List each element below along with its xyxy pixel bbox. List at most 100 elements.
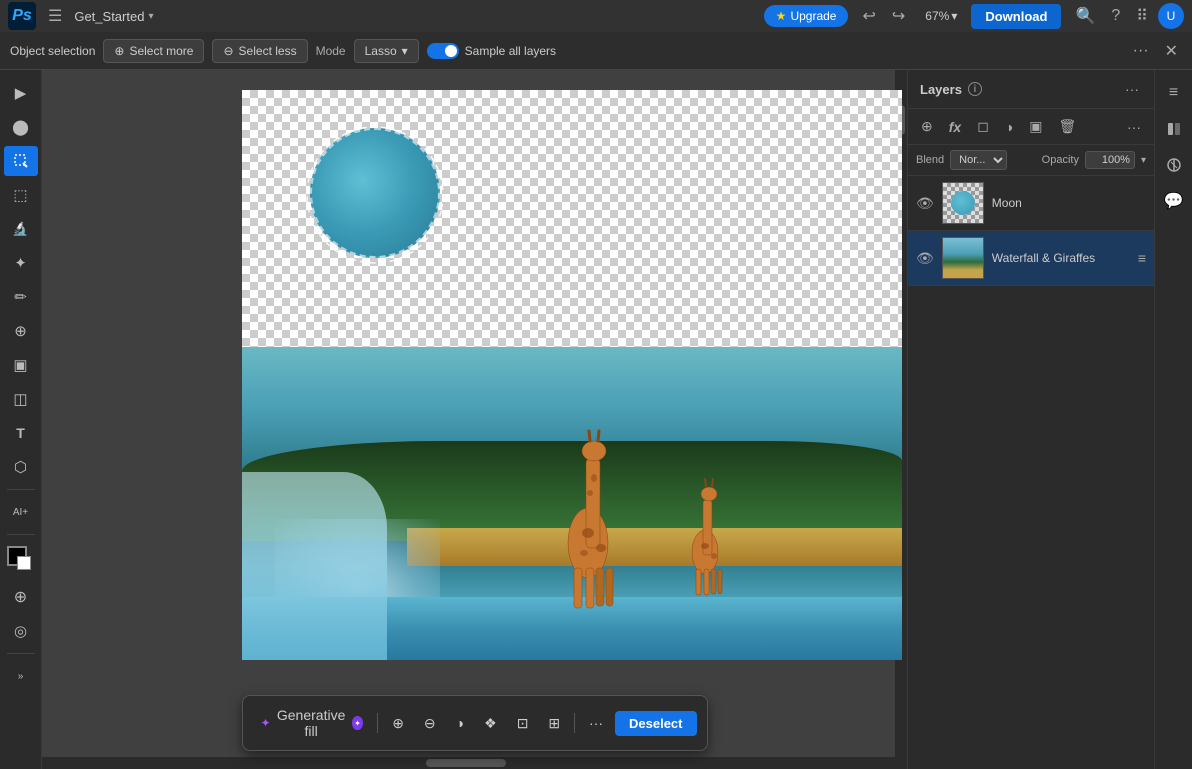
ai-badge-icon: ✦ — [352, 716, 364, 730]
horizontal-scrollbar-thumb[interactable] — [426, 759, 506, 767]
ai-tool[interactable]: AI+ — [4, 497, 38, 527]
gradient-tool[interactable]: ◫ — [4, 384, 38, 414]
background-color — [17, 556, 31, 570]
top-bar-icons: 🔍 ? ⠿ U — [1069, 2, 1184, 30]
layer-more-button[interactable]: ··· — [1122, 116, 1146, 138]
blend-label: Blend — [916, 154, 944, 166]
tool-divider-2 — [7, 534, 35, 535]
panel-header: Layers i ··· — [908, 70, 1154, 109]
zoom-chevron-icon: ▾ — [951, 9, 957, 23]
comments-button[interactable]: 💬 — [1159, 186, 1189, 216]
undo-redo-group: ↩ ↪ — [856, 2, 911, 30]
canvas-area[interactable]: ✦ Generative fill ✦ ⊕ ⊖ ◑ ❖ ⊡ ⊞ — [42, 70, 907, 769]
more-float-button[interactable]: ··· — [581, 710, 611, 736]
select-more-icon: ⊕ — [114, 44, 124, 58]
more-tools-button[interactable]: » — [4, 661, 38, 691]
shape-tool[interactable]: ⬡ — [4, 452, 38, 482]
dodge-burn-tool[interactable]: ⊕ — [4, 582, 38, 612]
subtract-selection-button[interactable]: ⊖ — [416, 710, 444, 737]
search-button[interactable]: 🔍 — [1069, 2, 1101, 30]
blend-mode-select[interactable]: Nor... — [950, 150, 1007, 170]
toolbar-bar: Object selection ⊕ Select more ⊖ Select … — [0, 32, 1192, 70]
left-sidebar: ▶ ⬤ ⬚ 🔬 ✦ ✏ ⊕ ▣ ◫ T ⬡ AI+ ⊕ ◎ » — [0, 70, 42, 769]
color-swatches[interactable] — [7, 546, 35, 574]
info-icon[interactable]: i — [968, 82, 982, 96]
more-options-button[interactable]: ··· — [1129, 38, 1153, 64]
adjustments-button[interactable] — [1159, 150, 1189, 180]
layer-item-waterfall[interactable]: 👁 Waterfall & Giraffes ≡ — [908, 231, 1154, 286]
object-selection-tool[interactable] — [4, 146, 38, 176]
moon-visibility-icon[interactable]: 👁 — [916, 195, 934, 212]
group-button[interactable]: ▣ — [1024, 115, 1047, 138]
eraser-tool[interactable]: ▣ — [4, 350, 38, 380]
select-less-button[interactable]: ⊖ Select less — [212, 39, 307, 63]
quick-mask-tool[interactable]: ◎ — [4, 616, 38, 646]
blend-opacity-row: Blend Nor... Opacity ▾ — [908, 145, 1154, 176]
layer-adjust-icon[interactable]: ≡ — [1138, 250, 1146, 266]
menu-icon[interactable]: ☰ — [44, 2, 66, 30]
feather-icon: ❖ — [484, 715, 497, 732]
tool-divider-3 — [7, 653, 35, 654]
close-toolbar-button[interactable]: ✕ — [1161, 37, 1182, 65]
select-more-text: Select more — [129, 44, 193, 58]
help-button[interactable]: ? — [1105, 3, 1126, 29]
eyedropper-tool[interactable]: 🔬 — [4, 214, 38, 244]
download-button[interactable]: Download — [971, 4, 1061, 29]
delete-layer-button[interactable]: 🗑 — [1054, 115, 1082, 138]
select-subject-button[interactable]: ⊡ — [509, 710, 537, 737]
undo-button[interactable]: ↩ — [856, 2, 881, 30]
brush-tool[interactable]: ⬤ — [4, 112, 38, 142]
layers-title-text: Layers — [920, 82, 962, 97]
filename-chevron: ▾ — [148, 11, 153, 22]
sparkle-icon: ✦ — [261, 716, 271, 730]
generative-fill-button[interactable]: ✦ Generative fill ✦ — [253, 702, 372, 744]
fx-button[interactable]: fx — [944, 116, 966, 138]
clone-stamp-tool[interactable]: ⊕ — [4, 316, 38, 346]
opacity-input[interactable] — [1085, 151, 1135, 169]
foreground-color[interactable] — [7, 546, 27, 566]
canvas-document — [242, 90, 902, 660]
deselect-button[interactable]: Deselect — [615, 711, 696, 736]
select-subject-icon: ⊡ — [517, 715, 529, 732]
sample-all-layers-toggle[interactable]: Sample all layers — [427, 43, 556, 59]
waterfall-visibility-icon[interactable]: 👁 — [916, 250, 934, 267]
redo-button[interactable]: ↪ — [886, 2, 911, 30]
new-layer-button[interactable]: ⊕ — [916, 115, 938, 138]
toggle-switch[interactable] — [427, 43, 459, 59]
opacity-label: Opacity — [1042, 154, 1079, 166]
opacity-chevron-icon: ▾ — [1141, 155, 1146, 166]
adjustment-button[interactable]: ◑ — [1000, 116, 1018, 138]
horizontal-scrollbar[interactable] — [42, 757, 895, 769]
select-more-button[interactable]: ⊕ Select more — [103, 39, 204, 63]
text-tool[interactable]: T — [4, 418, 38, 448]
libraries-button[interactable] — [1159, 114, 1189, 144]
upgrade-label: Upgrade — [790, 9, 836, 23]
selection-tool[interactable]: ▶ — [4, 78, 38, 108]
panel-more-button[interactable]: ··· — [1122, 78, 1142, 100]
properties-button[interactable]: ≡ — [1159, 78, 1189, 108]
apps-button[interactable]: ⠿ — [1130, 2, 1154, 30]
layer-item-moon[interactable]: 👁 Moon — [908, 176, 1154, 231]
file-name[interactable]: Get_Started ▾ — [74, 9, 153, 24]
waterfall-layer — [242, 472, 387, 660]
select-less-icon: ⊖ — [223, 44, 233, 58]
moon-thumb-circle — [951, 191, 975, 215]
waterfall-layer-name: Waterfall & Giraffes — [992, 251, 1130, 265]
tool-divider — [7, 489, 35, 490]
lasso-text: Lasso — [365, 44, 397, 58]
toolbar-divider-2 — [574, 713, 575, 733]
crop-tool[interactable]: ⬚ — [4, 180, 38, 210]
upgrade-button[interactable]: ★ Upgrade — [764, 5, 849, 27]
lasso-button[interactable]: Lasso ▾ — [354, 39, 419, 63]
feather-button[interactable]: ❖ — [476, 710, 505, 737]
add-selection-button[interactable]: ⊕ — [384, 710, 412, 737]
healing-tool[interactable]: ✦ — [4, 248, 38, 278]
select-and-mask-button[interactable]: ⊞ — [540, 710, 568, 737]
invert-selection-button[interactable]: ◑ — [448, 710, 472, 736]
avatar[interactable]: U — [1158, 3, 1184, 29]
zoom-control[interactable]: 67% ▾ — [919, 7, 963, 25]
waterfall-thumb-preview — [943, 238, 983, 278]
pencil-tool[interactable]: ✏ — [4, 282, 38, 312]
mask-button[interactable]: ◻ — [972, 115, 994, 138]
mode-label: Mode — [316, 44, 346, 58]
